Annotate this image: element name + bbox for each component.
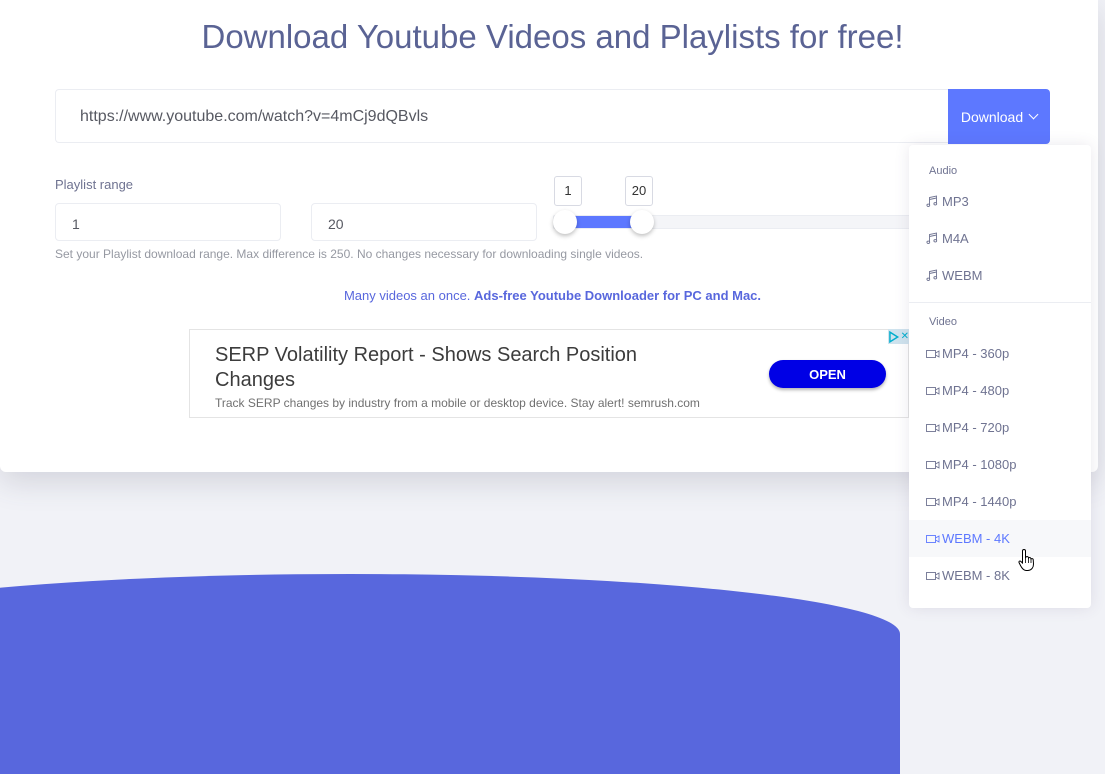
ad-banner[interactable]: SERP Volatility Report - Shows Search Po…	[189, 329, 909, 418]
playlist-end-input[interactable]	[326, 215, 510, 233]
menu-item-label: MP4 - 720p	[942, 420, 1010, 435]
video-camera-icon	[926, 532, 940, 546]
menu-item-label: MP4 - 360p	[942, 346, 1010, 361]
ad-choices-icon[interactable]: ✕	[888, 329, 909, 344]
slider-low-handle[interactable]	[553, 210, 577, 234]
video-camera-icon	[926, 384, 940, 398]
video-camera-icon	[926, 458, 940, 472]
video-section-header: Video	[929, 316, 957, 328]
menu-item-webm-4k[interactable]: WEBM - 4K	[909, 520, 1091, 557]
menu-item-webm-8k[interactable]: WEBM - 8K	[909, 557, 1091, 594]
menu-item-label: MP4 - 480p	[942, 383, 1010, 398]
download-button-label: Download	[960, 108, 1024, 125]
menu-item-label: MP4 - 1440p	[942, 494, 1017, 509]
menu-item-webm[interactable]: WEBM	[909, 257, 1091, 294]
menu-item-m4a[interactable]: M4A	[909, 220, 1091, 257]
menu-item-label: WEBM - 8K	[942, 568, 1010, 583]
music-note-icon	[926, 195, 940, 209]
playlist-help-text: Set your Playlist download range. Max di…	[55, 247, 644, 261]
menu-item-label: MP4 - 1080p	[942, 457, 1017, 472]
video-camera-icon	[926, 495, 940, 509]
ad-description: Track SERP changes by industry from a mo…	[215, 396, 700, 410]
chevron-down-icon	[1028, 109, 1039, 120]
page-title: Download Youtube Videos and Playlists fo…	[201, 18, 904, 55]
menu-item-mp4-480p[interactable]: MP4 - 480p	[909, 372, 1091, 409]
music-note-icon	[926, 232, 940, 246]
menu-item-label: WEBM - 4K	[942, 531, 1010, 546]
video-camera-icon	[926, 347, 940, 361]
menu-item-label: MP3	[942, 194, 969, 209]
hand-pointer-cursor	[1018, 548, 1035, 571]
menu-item-label: WEBM	[942, 268, 983, 283]
menu-item-mp4-1440p[interactable]: MP4 - 1440p	[909, 483, 1091, 520]
playlist-end-field[interactable]	[311, 203, 537, 241]
download-format-menu: Audio MP3 M4A WEBM Video MP4 - 360p MP4 - 4…	[909, 145, 1091, 608]
menu-item-mp4-360p[interactable]: MP4 - 360p	[909, 335, 1091, 372]
menu-item-label: M4A	[942, 231, 969, 246]
playlist-start-field[interactable]	[55, 203, 281, 241]
audio-section-header: Audio	[929, 165, 958, 177]
download-button[interactable]: Download	[948, 89, 1050, 144]
desktop-app-link[interactable]: Ads-free Youtube Downloader for PC and M…	[474, 288, 761, 303]
music-note-icon	[926, 269, 940, 283]
ad-title[interactable]: SERP Volatility Report - Shows Search Po…	[215, 343, 695, 393]
menu-item-mp4-720p[interactable]: MP4 - 720p	[909, 409, 1091, 446]
url-input[interactable]	[78, 107, 882, 127]
slider-low-tooltip: 1	[554, 176, 582, 206]
menu-item-mp4-1080p[interactable]: MP4 - 1080p	[909, 446, 1091, 483]
video-camera-icon	[926, 421, 940, 435]
background-wave	[0, 574, 900, 774]
menu-divider	[909, 302, 1091, 303]
promo-text: Many videos an once.	[343, 288, 475, 303]
slider-high-tooltip: 20	[625, 176, 653, 206]
playlist-range-label: Playlist range	[55, 177, 134, 192]
playlist-start-input[interactable]	[70, 215, 254, 233]
ad-open-button[interactable]: OPEN	[769, 360, 886, 388]
video-camera-icon	[926, 569, 940, 583]
playlist-range-slider[interactable]	[553, 215, 913, 229]
menu-item-mp3[interactable]: MP3	[909, 183, 1091, 220]
url-field[interactable]	[55, 89, 948, 143]
slider-high-handle[interactable]	[630, 210, 654, 234]
